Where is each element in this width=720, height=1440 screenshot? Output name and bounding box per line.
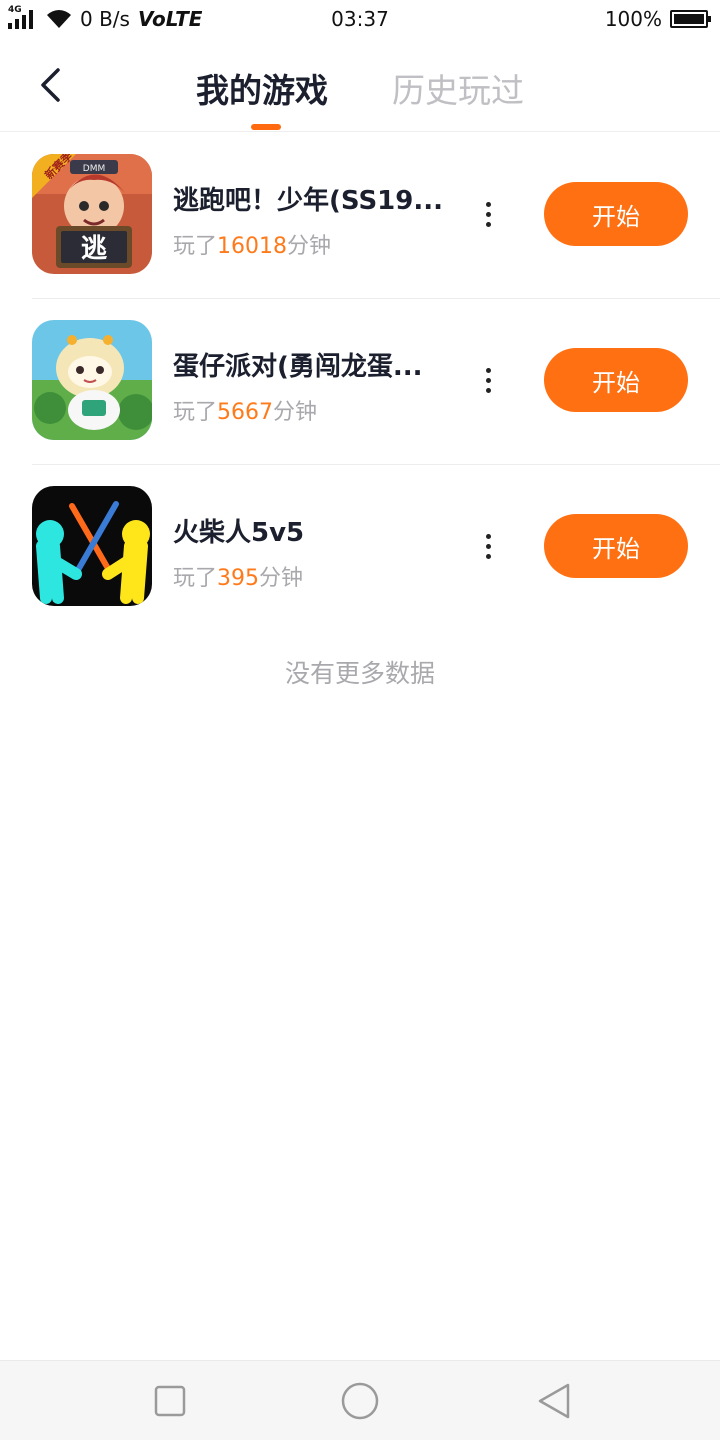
game-title: 蛋仔派对(勇闯龙蛋... xyxy=(173,352,423,382)
battery-icon xyxy=(670,10,711,28)
escape-game-icon: DMM 逃 新赛季 xyxy=(32,154,152,274)
home-button[interactable] xyxy=(340,1381,380,1421)
game-title: 逃跑吧！少年(SS19... xyxy=(173,186,443,216)
play-time-minutes: 16018 xyxy=(217,234,288,259)
more-dot xyxy=(485,221,491,227)
game-list-item[interactable]: 火柴人5v5 玩了395分钟 开始 xyxy=(0,464,720,630)
more-options-button[interactable] xyxy=(474,194,502,234)
no-more-data-label: 没有更多数据 xyxy=(284,659,435,688)
play-time-prefix: 玩了 xyxy=(173,566,218,591)
game-list: DMM 逃 新赛季 逃跑吧！少年(SS19... 玩了16018分钟 开始 蛋仔… xyxy=(0,132,720,630)
play-time-prefix: 玩了 xyxy=(173,400,218,425)
play-time-suffix: 分钟 xyxy=(287,234,332,259)
battery-percent: 100% xyxy=(604,7,662,31)
status-bar: 4G 0 B/s VoLTE 03:37 100% xyxy=(0,0,720,38)
play-time-prefix: 玩了 xyxy=(173,234,218,259)
more-dot xyxy=(485,201,491,207)
system-nav-bar xyxy=(0,1360,720,1440)
more-dot xyxy=(485,553,491,559)
top-app-bar: 我的游戏 历史玩过 xyxy=(0,40,720,132)
back-button[interactable] xyxy=(28,60,72,110)
play-time-minutes: 5667 xyxy=(217,400,274,425)
play-time-minutes: 395 xyxy=(217,566,260,591)
svg-text:逃: 逃 xyxy=(81,234,107,264)
start-game-button[interactable]: 开始 xyxy=(544,514,688,578)
play-time: 玩了5667分钟 xyxy=(173,394,317,426)
start-game-button[interactable]: 开始 xyxy=(544,182,688,246)
svg-text:DMM: DMM xyxy=(83,164,105,174)
more-dot xyxy=(485,377,491,383)
system-back-button[interactable] xyxy=(534,1381,574,1421)
status-right: 100% xyxy=(604,7,711,31)
more-dot xyxy=(485,387,491,393)
tab-my-games[interactable]: 我的游戏 xyxy=(196,64,328,112)
stickman-icon xyxy=(32,486,152,606)
game-list-item[interactable]: 蛋仔派对(勇闯龙蛋... 玩了5667分钟 开始 xyxy=(0,298,720,464)
more-options-button[interactable] xyxy=(474,360,502,400)
more-options-button[interactable] xyxy=(474,526,502,566)
tab-history-played[interactable]: 历史玩过 xyxy=(392,64,524,112)
game-title: 火柴人5v5 xyxy=(173,518,305,548)
circle-icon xyxy=(341,1382,379,1420)
recent-apps-button[interactable] xyxy=(150,1381,190,1421)
play-time: 玩了16018分钟 xyxy=(173,228,331,260)
square-icon xyxy=(154,1385,186,1417)
play-time: 玩了395分钟 xyxy=(173,560,303,592)
eggy-party-icon xyxy=(32,320,152,440)
more-dot xyxy=(485,367,491,373)
more-dot xyxy=(485,533,491,539)
play-time-suffix: 分钟 xyxy=(273,400,318,425)
more-dot xyxy=(485,543,491,549)
triangle-back-icon xyxy=(538,1383,570,1419)
more-dot xyxy=(485,211,491,217)
chevron-left-icon xyxy=(41,68,60,102)
active-tab-indicator xyxy=(251,124,281,130)
screen: 4G 0 B/s VoLTE 03:37 100% 我的游戏 历史玩过 DMM … xyxy=(0,0,720,1440)
play-time-suffix: 分钟 xyxy=(259,566,304,591)
start-game-button[interactable]: 开始 xyxy=(544,348,688,412)
game-list-item[interactable]: DMM 逃 新赛季 逃跑吧！少年(SS19... 玩了16018分钟 开始 xyxy=(0,132,720,298)
